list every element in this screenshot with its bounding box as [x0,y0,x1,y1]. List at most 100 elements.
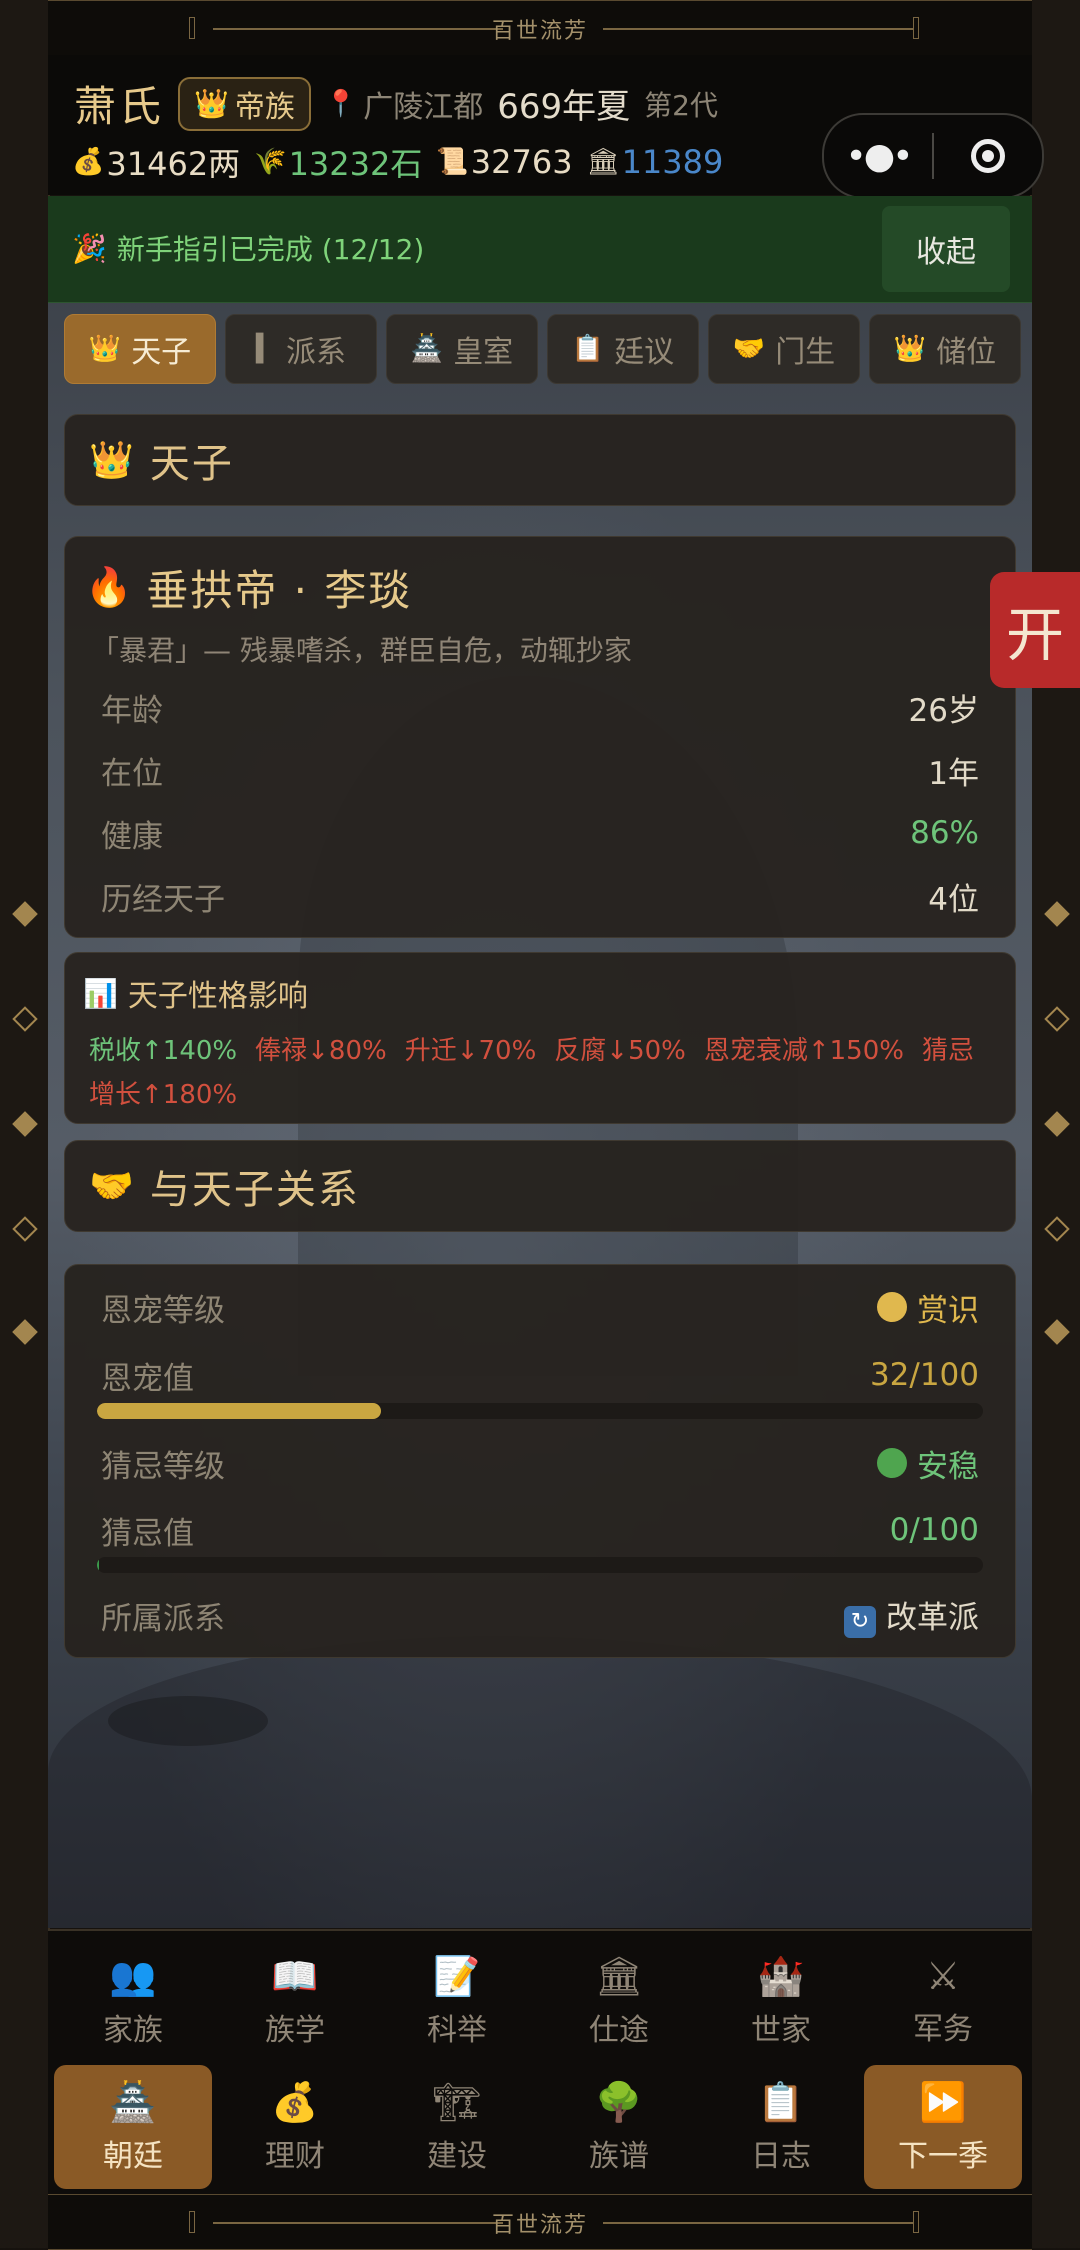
favor-level: 赏识 [917,1292,979,1329]
guide-status: 新手指引已完成 (12/12) [116,233,425,266]
nav-icon: 📝 [433,1953,481,1998]
resource-value: 11389 [621,143,724,181]
clan-name: 萧氏 [74,82,165,131]
effect-item: 俸禄↓80% [255,1036,387,1066]
refresh-icon: ↻ [844,1605,876,1638]
tab-faction[interactable]: ▍ 派系 [225,314,377,384]
nav-icon: 📋 [757,2079,805,2124]
age-label: 年龄 [101,692,163,729]
nav-noble-houses[interactable]: 🏰 世家 [702,1939,860,2063]
scroll-icon: 📜 [436,147,469,177]
suspicion-value-label: 猜忌值 [101,1515,194,1552]
prior-emperors-row: 历经天子 4位 [101,876,979,918]
nav-label: 建设 [427,2138,487,2174]
tab-court-debate[interactable]: 📋 廷议 [547,314,699,384]
suspicion-level-label: 猜忌等级 [101,1448,225,1485]
emperor-section-header: 👑 天子 [64,414,1016,506]
nav-exam[interactable]: 📝 科举 [378,1939,536,2063]
nav-label: 世家 [751,2012,811,2048]
current-year: 669年夏 [497,87,631,127]
effect-item: 升迁↓70% [404,1036,537,1066]
emperor-trait: 「暴君」— 残暴嗜杀，群臣自危，动辄抄家 [91,634,632,667]
tab-label: 门生 [775,335,836,370]
suspicion-value-row: 猜忌值 0/100 [101,1510,979,1552]
resource-grain: 🌾 13232石 [254,139,422,185]
nav-icon: 🌳 [595,2079,643,2124]
handshake-icon: 🤝 [89,1166,136,1207]
resource-value: 13232石 [288,145,423,183]
health-value: 86% [910,815,979,851]
prior-label: 历经天子 [101,881,225,918]
suspicion-dot-icon [877,1448,907,1478]
top-banner: 百世流芳 [48,0,1032,56]
section-title: 天子 [149,441,234,487]
personality-impact-card: 📊 天子性格影响 税收↑140% 俸禄↓80% 升迁↓70% 反腐↓50% 恩宠衰减↑1… [64,952,1016,1124]
nav-label: 朝廷 [103,2138,163,2174]
nav-log[interactable]: 📋 日志 [702,2065,860,2189]
nav-label: 家族 [103,2012,163,2048]
nav-military[interactable]: ⚔ 军务 [864,1939,1022,2063]
relation-card: 恩宠等级 赏识 恩宠值 32/100 猜忌等级 安稳 猜忌值 0/100 所属派… [64,1264,1016,1658]
nav-label: 理财 [265,2138,325,2174]
emperor-card: 🔥 垂拱帝 · 李琰 「暴君」— 残暴嗜杀，群臣自危，动辄抄家 年龄 26岁 在… [64,536,1016,938]
nav-icon: 💰 [271,2079,319,2124]
tab-label: 廷议 [614,335,675,370]
nav-label: 日志 [751,2138,811,2174]
suspicion-level-row: 猜忌等级 安稳 [101,1443,979,1485]
rank-badge[interactable]: 👑 帝族 [178,76,311,131]
health-label: 健康 [101,818,163,855]
grain-icon: 🌾 [254,147,287,177]
party-popper-icon: 🎉 [72,231,107,265]
nav-clan-school[interactable]: 📖 族学 [216,1939,374,2063]
nav-genealogy[interactable]: 🌳 族谱 [540,2065,698,2189]
nav-icon: 👥 [109,1953,157,1998]
tab-icon: ▍ [256,334,276,364]
left-border [0,0,50,2248]
tab-succession[interactable]: 👑 储位 [869,314,1021,384]
tab-icon: 🏯 [410,334,444,364]
guide-banner: 🎉 新手指引已完成 (12/12) 收起 [48,196,1032,303]
bank-icon: 🏛 [586,147,620,177]
age-row: 年龄 26岁 [101,687,979,729]
tab-label: 皇室 [453,335,514,370]
bottom-banner: 百世流芳 [48,2194,1032,2250]
reign-row: 在位 1年 [101,750,979,792]
favor-value-label: 恩宠值 [101,1360,194,1397]
health-row: 健康 86% [101,813,979,855]
tab-disciples[interactable]: 🤝 门生 [708,314,860,384]
reign-label: 在位 [101,755,163,792]
resource-money-bag: 💰 31462两 [72,139,240,185]
tab-icon: 👑 [893,334,927,364]
nav-next-season[interactable]: ⏩ 下一季 [864,2065,1022,2189]
more-icon[interactable]: •●• [824,136,932,177]
nav-court[interactable]: 🏯 朝廷 [54,2065,212,2189]
favor-level-row: 恩宠等级 赏识 [101,1287,979,1329]
nav-clan[interactable]: 👥 家族 [54,1939,212,2063]
mini-program-capsule: •●• [822,113,1044,199]
nav-label: 族谱 [589,2138,649,2174]
open-side-tab[interactable]: 开 [990,572,1080,688]
age-value: 26岁 [908,692,979,729]
resource-scroll: 📜 32763 [436,143,572,181]
emperor-name: 垂拱帝 · 李琰 [146,566,413,615]
tab-royal[interactable]: 🏯 皇室 [386,314,538,384]
close-target-icon[interactable] [934,139,1042,173]
resource-bank: 🏛 11389 [587,143,724,181]
nav-finance[interactable]: 💰 理财 [216,2065,374,2189]
nav-label: 军务 [913,2012,973,2047]
tab-emperor[interactable]: 👑 天子 [64,314,216,384]
clan-header: 萧氏 👑 帝族 📍 广陵江都 669年夏 第2代 💰 31462两 🌾 13232石 📜… [48,55,1044,199]
nav-career[interactable]: 🏛 仕途 [540,1939,698,2063]
pin-icon: 📍 [324,88,358,119]
main-scene: 🎉 新手指引已完成 (12/12) 收起 👑 天子 ▍ 派系 🏯 皇室 📋 廷议 🤝 门生 👑 储位 … [48,196,1032,1928]
tab-label: 储位 [936,335,997,370]
suspicion-level: 安稳 [917,1448,979,1485]
money-bag-icon: 💰 [72,147,105,177]
resource-value: 32763 [470,143,573,181]
rank-label: 帝族 [234,89,295,125]
nav-label: 科举 [427,2012,487,2048]
favor-progress [97,1403,983,1419]
collapse-button[interactable]: 收起 [882,206,1010,292]
nav-build[interactable]: 🏗 建设 [378,2065,536,2189]
favor-level-label: 恩宠等级 [101,1292,225,1329]
